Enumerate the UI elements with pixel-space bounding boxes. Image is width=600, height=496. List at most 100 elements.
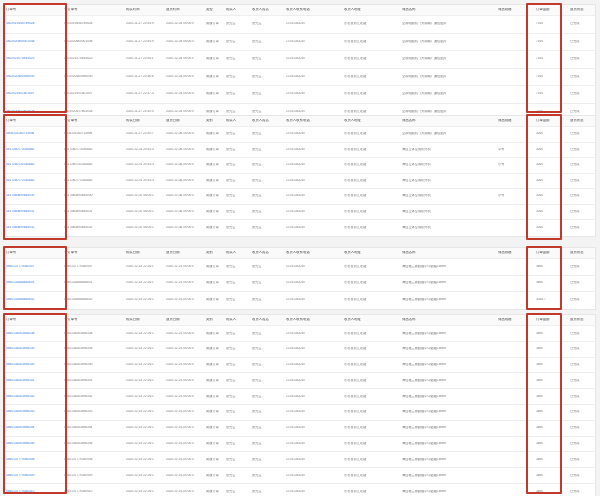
cell-type: 普通订单	[206, 264, 219, 268]
table-row: 4460137779340410 4460137779340410 2020-12-…	[5, 484, 595, 496]
cell-product-name: 海信格兰斯超级中中超级16mm	[402, 363, 446, 367]
cell-sub-order-no: 4417260731030882	[64, 163, 93, 167]
cell-type: 普通订单	[206, 110, 219, 114]
cell-type: 普通订单	[206, 57, 219, 61]
cell-purchase-time: 2020-11-27 22:45:1	[126, 57, 154, 61]
cell-order-amount: 7160	[536, 74, 544, 78]
order-number-link[interactable]: 4417260773030882	[5, 148, 63, 152]
cell-type: 普通订单	[206, 194, 219, 198]
cell-product-name: 海信立体空调机外机	[402, 194, 431, 198]
cell-sub-order-no: 4460137779340410	[64, 489, 93, 493]
column-header-return-status: 退货状态	[570, 318, 584, 322]
order-number-link[interactable]: 4460135263498338	[5, 332, 63, 336]
table-row: 4460135263498338 4460135263498338 2020-12-…	[5, 326, 595, 342]
cell-order-amount: 7160	[536, 57, 544, 61]
cell-return-status: 已完成	[570, 264, 580, 268]
order-number-link[interactable]: 4460132688836601	[5, 281, 63, 285]
cell-return-time: 2020-12-08 09:00:0	[166, 163, 194, 167]
cell-purchase-time: 2020-12-01 20:51:3	[126, 147, 154, 151]
cell-receiver-name: 张先生	[252, 74, 262, 78]
cell-receiver-phone: 13751353267	[286, 347, 306, 351]
cell-type: 普通订单	[206, 347, 219, 351]
order-number-link[interactable]: 4402020560001048	[5, 40, 63, 44]
cell-return-status: 已完成	[570, 147, 580, 151]
cell-sub-order-no: 4417260771030882	[64, 178, 93, 182]
order-number-link[interactable]: 4402021901501507	[5, 92, 63, 96]
order-number-link[interactable]: 4460137779340410	[5, 490, 63, 494]
order-number-link[interactable]: 4460135263498339	[5, 347, 63, 351]
table-row: 4417560890644031 4417560890644031 2020-12-…	[5, 205, 595, 220]
cell-buyer: 张先生	[226, 489, 236, 493]
cell-type: 普通订单	[206, 132, 219, 136]
cell-order-amount: 3690	[536, 347, 544, 351]
cell-product-name: 空调电脑机（大湖南）通信图片	[402, 74, 447, 78]
cell-product-name: 海信立体空调机外机	[402, 147, 431, 151]
column-header-buyer: 购买人	[226, 8, 237, 12]
column-header-return-status: 退货状态	[570, 8, 584, 12]
cell-purchase-time: 2020-11-27 22:47:3	[126, 92, 154, 96]
cell-order-amount: 3260	[536, 194, 544, 198]
cell-return-status: 已完成	[570, 74, 580, 78]
order-number-link[interactable]: 4417260771030882	[5, 179, 63, 183]
table-row: 4402020480496040 4402020480496040 2020-11-…	[5, 69, 595, 86]
cell-return-status: 已完成	[570, 22, 580, 26]
cell-purchase-time: 2020-12-02 08:04:1	[126, 194, 154, 198]
cell-purchase-time: 2020-11-27 22:36:6	[126, 74, 154, 78]
order-number-link[interactable]: 4402020417603028	[5, 110, 63, 114]
order-number-link[interactable]: 4417560890644031	[5, 210, 63, 214]
cell-type: 普通订单	[206, 410, 219, 414]
order-number-link[interactable]: 4460135263498343	[5, 410, 63, 414]
cell-buyer: 张先生	[226, 347, 236, 351]
order-number-link[interactable]: 4460135263498342	[5, 395, 63, 399]
cell-buyer: 张先生	[226, 457, 236, 461]
cell-order-amount: 3690	[536, 489, 544, 493]
cell-return-time: 2020-12-04 09:00:0	[166, 110, 194, 114]
column-header-purchase-time: 购买时间	[126, 8, 140, 12]
order-number-link[interactable]: 4417560890644030	[5, 194, 63, 198]
order-number-link[interactable]: 4460132688836602	[5, 298, 63, 302]
order-number-link[interactable]: 4417560890644032	[5, 226, 63, 230]
cell-return-time: 2020-12-23 00:00:0	[166, 363, 194, 367]
order-number-link[interactable]: 4402020480496040	[5, 75, 63, 79]
cell-type: 普通订单	[206, 225, 219, 229]
cell-product-name: 海信格兰斯超级中中超级16mm	[402, 394, 446, 398]
order-number-link[interactable]: 4460135263498345	[5, 442, 63, 446]
order-number-link[interactable]: 4402021075444523	[5, 57, 63, 61]
cell-receiver-address: 东北省浙江北路	[344, 163, 367, 167]
order-number-link[interactable]: 4460135263498344	[5, 426, 63, 430]
cell-return-time: 2020-12-23 00:00:0	[166, 281, 194, 285]
cell-buyer: 张先生	[226, 426, 236, 430]
cell-sub-order-no: 4402021075444523	[64, 57, 93, 61]
cell-type: 普通订单	[206, 92, 219, 96]
cell-product-name: 空调电脑机（大湖南）通信图片	[402, 22, 447, 26]
cell-type: 普通订单	[206, 209, 219, 213]
order-number-link[interactable]: 4402019446749528	[5, 22, 63, 26]
cell-product-name: 海信格兰斯超级中中超级16mm	[402, 281, 446, 285]
cell-return-time: 2020-12-23 00:00:0	[166, 442, 194, 446]
table-row: 4402019446749528 4402019446749528 2020-11-…	[5, 16, 595, 34]
order-number-link[interactable]: 4460137779340408	[5, 458, 63, 462]
cell-return-time: 2020-12-23 00:00:0	[166, 457, 194, 461]
order-number-link[interactable]: 4406101160713998	[5, 132, 63, 136]
order-number-link[interactable]: 4460137779340407	[5, 265, 63, 269]
cell-purchase-time: 2020-11-27 22:44:9	[126, 39, 154, 43]
order-number-link[interactable]: 4460137779340409	[5, 474, 63, 478]
cell-order-amount: 3690	[536, 457, 544, 461]
column-header-order-no: 订单号	[6, 119, 17, 123]
cell-receiver-phone: 13751353267	[286, 426, 306, 430]
cell-buyer: 张先生	[226, 264, 236, 268]
order-number-link[interactable]: 4460135263498340	[5, 363, 63, 367]
cell-receiver-address: 东北省浙江北路	[344, 378, 367, 382]
cell-return-status: 已完成	[570, 194, 580, 198]
cell-receiver-name: 张先生	[252, 147, 262, 151]
column-header-order-no: 订单号	[6, 318, 17, 322]
order-number-link[interactable]: 4417260731030882	[5, 163, 63, 167]
table-row: 4460137779340408 4460137779340408 2020-12-…	[5, 452, 595, 469]
order-number-link[interactable]: 4460135263498341	[5, 379, 63, 383]
cell-receiver-name: 张先生	[252, 110, 262, 114]
cell-receiver-address: 东北省浙江北路	[344, 92, 367, 96]
cell-order-amount: 3260	[536, 132, 544, 136]
cell-receiver-address: 东北省浙江北路	[344, 22, 367, 26]
cell-buyer: 张先生	[226, 194, 236, 198]
cell-receiver-address: 东北省浙江北路	[344, 209, 367, 213]
